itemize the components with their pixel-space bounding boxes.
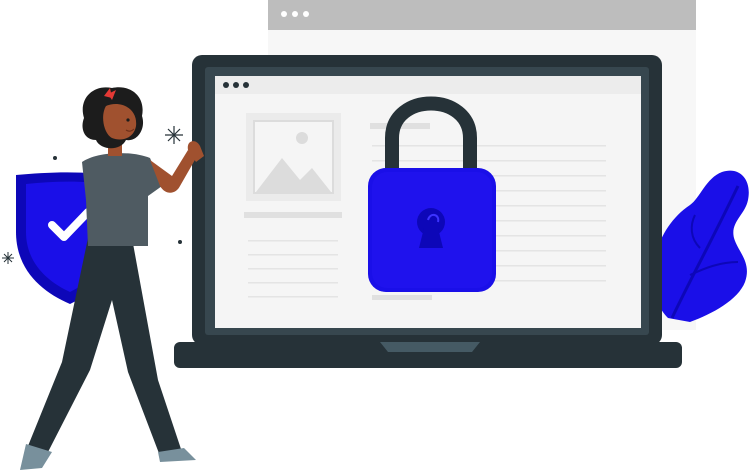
illustration-canvas xyxy=(2,0,749,470)
image-placeholder-icon xyxy=(246,113,341,201)
sparkle-icon xyxy=(165,126,183,144)
window-title-bar xyxy=(268,0,696,30)
window-dot xyxy=(292,11,298,17)
sparkle-dot xyxy=(53,156,57,160)
screen-dot xyxy=(243,82,249,88)
sparkle-icon xyxy=(2,252,14,264)
sparkle-dot xyxy=(178,240,182,244)
window-dot xyxy=(303,11,309,17)
screen-dot xyxy=(223,82,229,88)
laptop-notch xyxy=(380,342,480,352)
screen-title-bar xyxy=(215,76,641,94)
window-dot xyxy=(281,11,287,17)
screen-dot xyxy=(233,82,239,88)
shirt xyxy=(82,153,162,246)
security-illustration xyxy=(0,0,752,471)
